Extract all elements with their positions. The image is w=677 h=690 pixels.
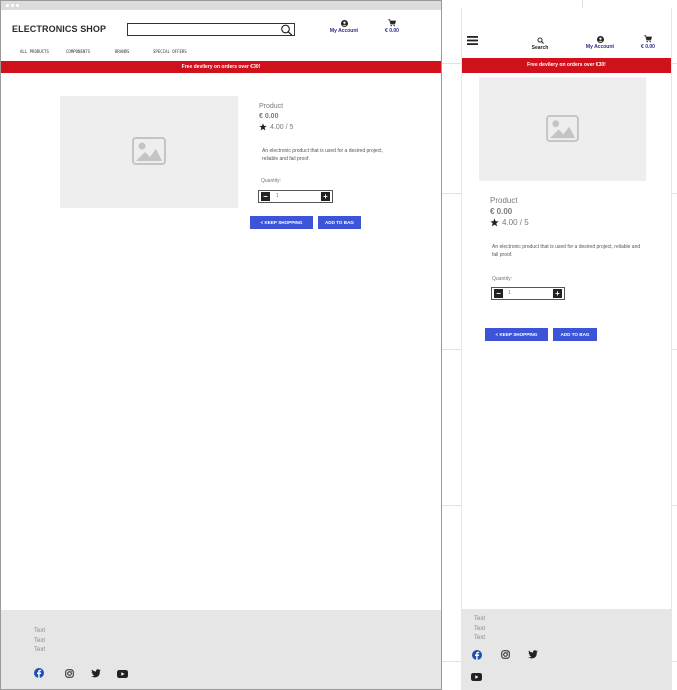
- account-label: My Account: [329, 28, 359, 34]
- mobile-cart-link[interactable]: € 0.00: [634, 35, 662, 50]
- quantity-stepper[interactable]: − 1 +: [491, 287, 565, 300]
- twitter-icon[interactable]: [528, 650, 538, 659]
- footer-text: Text: [34, 647, 46, 653]
- cart-icon: [644, 35, 652, 43]
- product-price: € 0.00: [259, 113, 279, 120]
- footer-text: Text: [474, 626, 486, 632]
- decrement-button[interactable]: −: [261, 192, 270, 201]
- search-label: Search: [531, 45, 549, 51]
- nav-all-products[interactable]: ALL PRODUCTS: [20, 49, 49, 54]
- shop-logo[interactable]: ELECTRONICS SHOP: [12, 24, 106, 34]
- rating-text: 4.00 / 5: [270, 123, 294, 131]
- quantity-value[interactable]: 1: [508, 290, 511, 296]
- increment-button[interactable]: +: [321, 192, 330, 201]
- twitter-icon[interactable]: [91, 669, 101, 678]
- instagram-icon[interactable]: [501, 650, 510, 659]
- quantity-stepper[interactable]: − 1 +: [258, 190, 333, 203]
- cart-total: € 0.00: [385, 28, 399, 34]
- desktop-frame: ELECTRONICS SHOP My Account € 0.00 ALL P…: [0, 0, 442, 690]
- product-description: An electronic product that is used for a…: [492, 244, 641, 258]
- window-dot: [11, 4, 14, 7]
- increment-button[interactable]: +: [553, 289, 562, 298]
- nav-components[interactable]: COMPONENTS: [66, 49, 90, 54]
- quantity-label: Quantity:: [261, 178, 282, 184]
- product-rating: 4.00 / 5: [490, 218, 529, 227]
- decrement-button[interactable]: −: [494, 289, 503, 298]
- delivery-banner: Free devilery on orders over €30!: [462, 58, 671, 73]
- product-rating: 4.00 / 5: [259, 123, 293, 131]
- nav-special-offers[interactable]: SPECIAL OFFERS: [153, 49, 187, 54]
- footer-text: Text: [34, 638, 46, 644]
- cart-icon: [388, 19, 396, 27]
- add-to-bag-button[interactable]: ADD TO BAG: [318, 216, 361, 229]
- image-placeholder-icon: [132, 137, 166, 165]
- product-price: € 0.00: [490, 207, 513, 216]
- my-account-link[interactable]: My Account: [323, 20, 365, 34]
- keep-shopping-button[interactable]: < KEEP SHOPPING: [250, 216, 313, 229]
- account-label: My Account: [585, 44, 615, 50]
- product-image: [479, 77, 646, 181]
- search-icon[interactable]: [280, 24, 293, 36]
- youtube-icon[interactable]: [117, 670, 128, 678]
- footer: Text Text Text: [1, 610, 441, 689]
- product-description: An electronic product that is used for a…: [262, 148, 383, 162]
- footer-text: Text: [34, 628, 46, 634]
- star-icon: [490, 218, 499, 227]
- youtube-icon[interactable]: [471, 673, 482, 681]
- nav-brands[interactable]: BRANDS: [115, 49, 129, 54]
- wireframe-canvas: ELECTRONICS SHOP My Account € 0.00 ALL P…: [0, 0, 677, 690]
- hamburger-menu-icon[interactable]: [467, 36, 478, 45]
- mobile-frame: Search My Account € 0.00 Free devilery o…: [461, 8, 672, 690]
- quantity-value[interactable]: 1: [276, 193, 279, 199]
- quantity-label: Quantity:: [492, 276, 513, 282]
- search-icon: [536, 37, 544, 44]
- add-to-bag-button[interactable]: ADD TO BAG: [553, 328, 597, 341]
- rating-text: 4.00 / 5: [502, 218, 529, 227]
- account-icon: [340, 20, 348, 27]
- product-name: Product: [259, 103, 284, 110]
- window-dot: [16, 4, 19, 7]
- mobile-my-account-link[interactable]: My Account: [580, 36, 620, 50]
- star-icon: [259, 123, 267, 131]
- window-dot: [6, 4, 9, 7]
- product-image: [60, 96, 238, 208]
- facebook-icon[interactable]: [34, 668, 44, 678]
- product-name: Product: [490, 196, 518, 205]
- delivery-banner: Free devilery on orders over €30!: [1, 61, 441, 73]
- mobile-search-button[interactable]: Search: [526, 37, 554, 51]
- account-icon: [596, 36, 604, 43]
- cart-link[interactable]: € 0.00: [377, 19, 407, 34]
- facebook-icon[interactable]: [472, 650, 482, 660]
- browser-titlebar: [1, 1, 441, 10]
- keep-shopping-button[interactable]: < KEEP SHOPPING: [485, 328, 548, 341]
- footer-text: Text: [474, 616, 486, 622]
- cart-total: € 0.00: [641, 44, 655, 50]
- instagram-icon[interactable]: [65, 669, 74, 678]
- footer: Text Text Text: [462, 609, 671, 690]
- image-placeholder-icon: [546, 115, 579, 142]
- search-input[interactable]: [127, 23, 295, 36]
- footer-text: Text: [474, 635, 486, 641]
